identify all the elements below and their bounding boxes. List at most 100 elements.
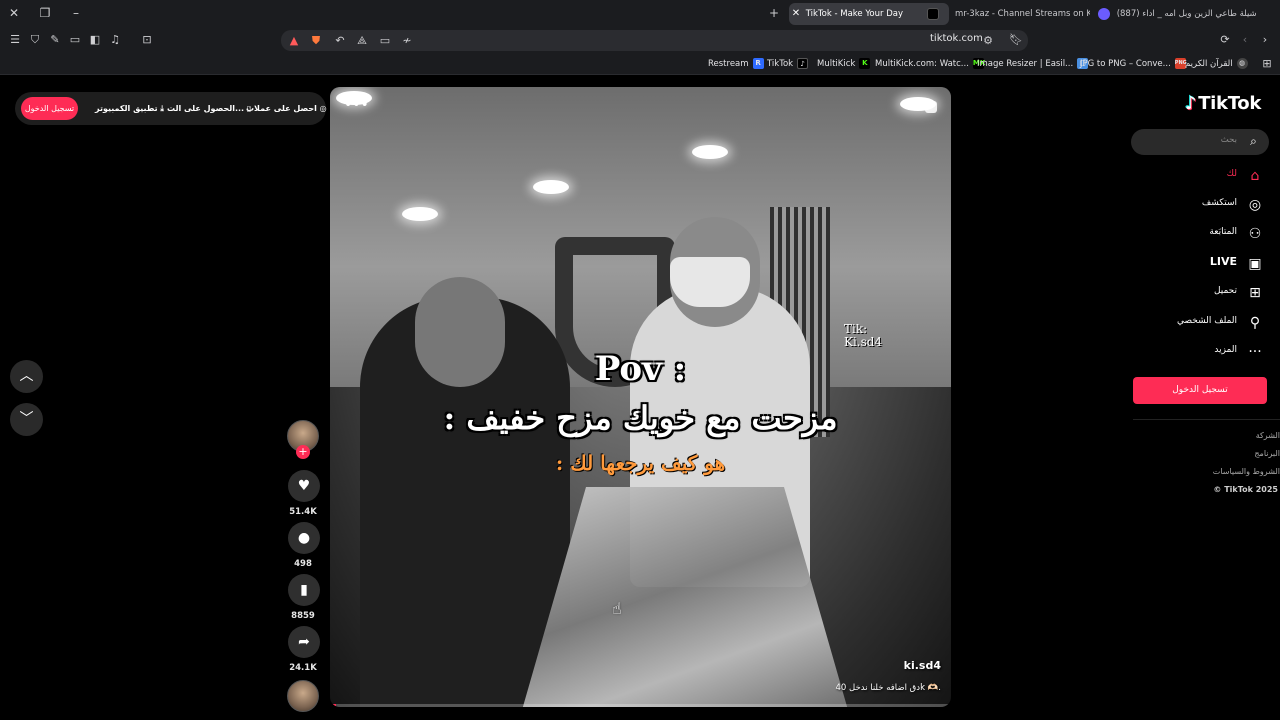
tab-tiktok[interactable]: ✕ TikTok - Make Your Day — [789, 3, 949, 25]
minimize-window-icon[interactable]: – — [67, 4, 85, 22]
bookmark-jpg-to-png[interactable]: JPG to PNG – Conve... PNG — [1080, 57, 1187, 71]
like-button[interactable]: ♥ — [288, 470, 320, 502]
video-overlay-title: Pov : — [594, 349, 687, 389]
tiktok-logo[interactable]: ♪ TikTok — [1185, 93, 1261, 114]
tiktok-favicon-icon — [927, 8, 939, 20]
bookmarks-bar: Restream R TikTok ♪ MultiKick K MultiKick.c… — [0, 53, 1280, 75]
screenshot-icon[interactable]: ⊡ — [140, 33, 154, 47]
autoplay-icon[interactable] — [925, 101, 937, 113]
sidebar-item-live[interactable]: LIVE ▣ — [1140, 253, 1267, 275]
mouse-cursor-icon: ☝ — [612, 599, 622, 618]
sidebar-item-more[interactable]: المزيد ··· — [1140, 341, 1267, 363]
desktop-app-link[interactable]: تطبيق الكمبيوتر ⤓ — [95, 100, 164, 117]
more-options-icon[interactable]: ••• — [344, 97, 369, 113]
coin-icon: ◎ — [319, 104, 327, 113]
video-watermark: Tik: Ki.sd4 — [844, 322, 883, 349]
tab-kick[interactable]: mr-3kaz - Channel Streams on Kick — [955, 3, 1090, 25]
tab-title: mr-3kaz - Channel Streams on Kick — [955, 9, 1090, 19]
back-arrow-icon[interactable]: ↶ — [333, 34, 347, 48]
footer-company-link[interactable]: الشركة — [1256, 431, 1280, 440]
top-login-button[interactable]: تسجيل الدخول — [21, 97, 78, 120]
video-progress-bar[interactable] — [330, 704, 951, 707]
share-button[interactable]: ➦ — [288, 626, 320, 658]
save-button[interactable]: ▮ — [288, 574, 320, 606]
url-text: tiktok.com — [930, 33, 983, 44]
tiktok-page: تسجيل الدخول تطبيق الكمبيوتر ⤓ الحصول عل… — [0, 76, 1280, 720]
bookmark-icon[interactable]: 🔖︎ — [1009, 33, 1023, 47]
upload-plus-icon: ⊞ — [1249, 285, 1261, 301]
footer-program-link[interactable]: البرنامج — [1254, 449, 1280, 458]
sidebar-item-upload[interactable]: تحميل ⊞ — [1140, 282, 1267, 304]
sidebar-item-following[interactable]: المتابَعة ⚇ — [1140, 223, 1267, 245]
reload-icon[interactable]: ⟳ — [1218, 33, 1232, 47]
bookmark-image-resizer[interactable]: Image Resizer | Easil... ▢ — [977, 57, 1089, 71]
kick-icon: K — [859, 58, 871, 69]
cast-icon[interactable]: ▭ — [378, 34, 392, 48]
footer-copyright: © TikTok 2025 — [1213, 485, 1278, 494]
sidebar-item-explore[interactable]: استكشف ◎ — [1140, 194, 1267, 216]
tiktok-note-icon: ♪ — [1185, 93, 1197, 114]
forward-icon[interactable]: › — [1258, 33, 1272, 47]
restream-icon: R — [752, 58, 764, 69]
top-actions-bar: تسجيل الدخول تطبيق الكمبيوتر ⤓ الحصول عل… — [15, 92, 327, 125]
translate-icon[interactable]: ⟁ — [355, 34, 369, 48]
comment-button[interactable]: ● — [288, 522, 320, 554]
sidebar-icon[interactable]: ◧ — [88, 33, 102, 47]
share-arrow-icon: ➦ — [298, 634, 310, 650]
like-count: 51.4K — [289, 507, 317, 517]
follow-plus-icon[interactable]: + — [296, 445, 310, 459]
menu-icon[interactable]: ☰ — [8, 33, 22, 47]
bookmark-multikick-watch[interactable]: MultiKick.com: Watc... MK — [875, 57, 985, 71]
bookmark-multikick[interactable]: MultiKick K — [817, 57, 871, 71]
tab-title: (887) شيلة طاعي الزين وبل امه _ اداء — [1116, 9, 1257, 19]
search-icon[interactable]: ⌕ — [1246, 134, 1261, 149]
sidebar-item-profile[interactable]: الملف الشخصي ⚲ — [1140, 312, 1267, 334]
share-count: 24.1K — [289, 663, 317, 673]
next-video-button[interactable]: ﹀ — [10, 403, 43, 436]
video-author[interactable]: ki.sd4 — [904, 659, 941, 672]
sound-avatar[interactable] — [287, 680, 319, 712]
face-mask — [670, 257, 750, 307]
tiktok-icon: ♪ — [797, 58, 809, 69]
profile-icon: ⚲ — [1249, 315, 1261, 331]
tab-youtube[interactable]: (887) شيلة طاعي الزين وبل امه _ اداء — [1094, 3, 1268, 25]
previous-video-button[interactable]: ︿ — [10, 360, 43, 393]
draw-icon[interactable]: ≁ — [400, 34, 414, 48]
bookmark-tiktok[interactable]: TikTok ♪ — [767, 57, 809, 71]
restore-window-icon[interactable]: ❐ — [36, 4, 54, 22]
download-icon: ⤓ — [160, 104, 164, 113]
brave-rewards-icon[interactable]: ▲ — [287, 34, 301, 48]
ceiling-light — [692, 145, 728, 159]
heart-icon: ♥ — [297, 478, 311, 494]
browser-toolbar: ☰ ⛉ ✎ ▭ ◧ ♫ ⊡ ▲ ⛊ ↶ ⟁ ▭ ≁ ⚙ tiktok.com 🔖… — [0, 27, 1280, 53]
close-tab-icon[interactable]: ✕ — [789, 3, 803, 25]
music-icon[interactable]: ♫ — [108, 33, 122, 47]
close-window-icon[interactable]: ✕ — [5, 4, 23, 22]
chevron-down-icon: ﹀ — [19, 411, 34, 427]
site-settings-icon[interactable]: ⚙ — [981, 34, 995, 48]
bookmark-restream[interactable]: Restream R — [708, 57, 764, 71]
footer-terms-link[interactable]: الشروط والسياسات — [1213, 467, 1280, 476]
back-icon[interactable]: ‹ — [1238, 33, 1252, 47]
address-bar[interactable]: ▲ ⛊ ↶ ⟁ ▭ ≁ ⚙ — [281, 30, 1028, 51]
more-dots-icon: ··· — [1248, 344, 1262, 360]
comment-count: 498 — [294, 559, 312, 569]
bookmark-quran[interactable]: القرآن الكريم ◍ — [1185, 57, 1248, 71]
search-placeholder: بحث — [1220, 135, 1237, 145]
shield-icon[interactable]: ⛉ — [28, 33, 42, 47]
browser-tab-bar: ✕ ❐ – + ✕ TikTok - Make Your Day mr-3kaz… — [0, 0, 1280, 27]
tabs-icon[interactable]: ▭ — [68, 33, 82, 47]
get-coins-link[interactable]: احصل على عملات ◎ — [246, 100, 327, 117]
apps-grid-icon[interactable]: ⊞ — [1260, 57, 1274, 71]
video-overlay-line2: هو كيف يرجعها لك : — [555, 451, 726, 475]
sidebar-login-button[interactable]: تسجيل الدخول — [1133, 377, 1267, 404]
brave-shield-icon[interactable]: ⛊ — [309, 34, 323, 48]
video-progress-fill — [330, 704, 337, 707]
new-tab-icon[interactable]: + — [765, 4, 783, 22]
video-player[interactable]: ••• Tik: Ki.sd4 Pov : مزحت مع خويك مزح خ… — [330, 87, 951, 707]
compass-icon: ◎ — [1248, 197, 1262, 213]
sidebar-item-for-you[interactable]: لك ⌂ — [1140, 165, 1267, 187]
get-app-link[interactable]: الحصول على الت... ▯ — [167, 100, 251, 117]
search-input[interactable]: بحث ⌕ — [1131, 129, 1269, 155]
extensions-icon[interactable]: ✎ — [48, 33, 62, 47]
